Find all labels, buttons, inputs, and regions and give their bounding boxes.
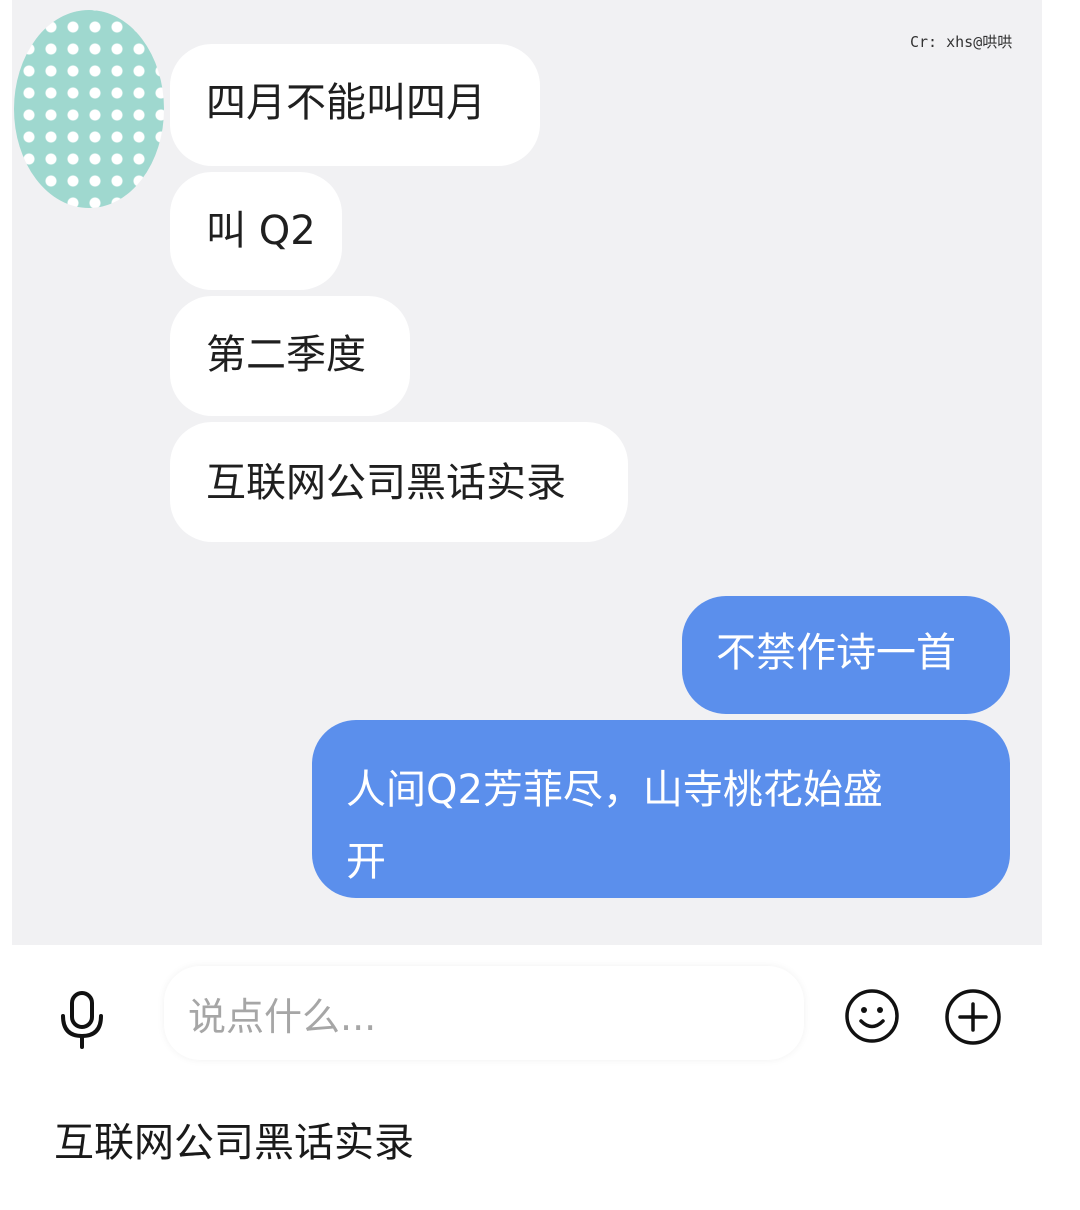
message-bubble-incoming[interactable]: 互联网公司黑话实录 [170, 422, 628, 542]
message-text-line: 开 [346, 839, 386, 885]
message-bubble-incoming[interactable]: 叫 Q2 [170, 172, 342, 290]
message-text: 叫 Q2 [206, 208, 316, 254]
message-bubble-outgoing[interactable]: 不禁作诗一首 [682, 596, 1010, 714]
message-text: 互联网公司黑话实录 [206, 460, 566, 506]
message-bubble-outgoing[interactable]: 人间Q2芳菲尽，山寺桃花始盛 开 [312, 720, 1010, 898]
message-text: 四月不能叫四月 [206, 80, 486, 126]
message-bubble-incoming[interactable]: 第二季度 [170, 296, 410, 416]
watermark: Cr: xhs@哄哄 [910, 33, 1013, 51]
plus-circle-icon[interactable] [944, 988, 1002, 1046]
message-input-placeholder: 说点什么... [188, 995, 377, 1039]
message-text-line: 人间Q2芳菲尽，山寺桃花始盛 [346, 767, 883, 813]
contact-avatar[interactable] [14, 10, 164, 208]
microphone-icon[interactable] [56, 990, 108, 1050]
message-text: 第二季度 [206, 332, 366, 378]
smiley-icon[interactable] [844, 988, 900, 1044]
footer-caption: 互联网公司黑话实录 [54, 1120, 414, 1166]
message-text: 不禁作诗一首 [716, 630, 956, 676]
message-bubble-incoming[interactable]: 四月不能叫四月 [170, 44, 540, 166]
